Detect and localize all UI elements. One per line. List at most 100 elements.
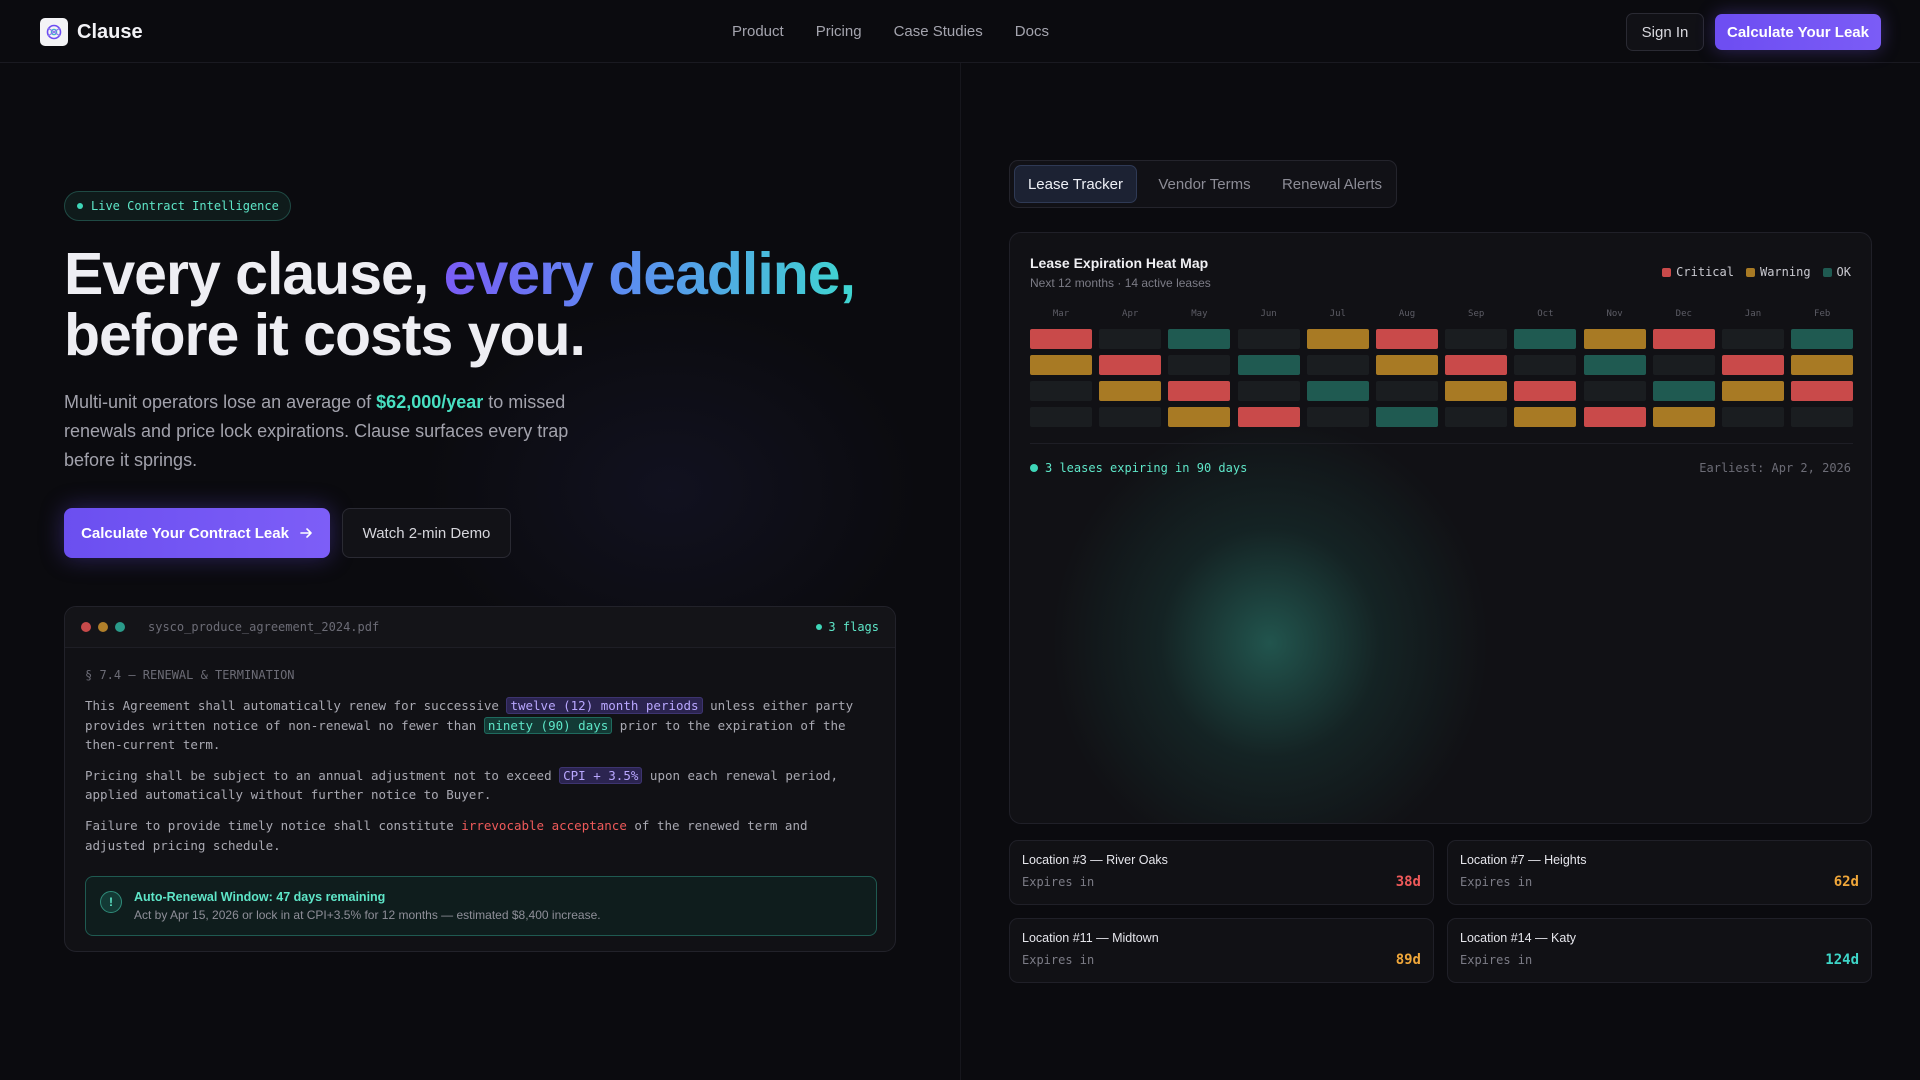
heatmap-cell-empty[interactable] [1445, 329, 1508, 349]
window-maximize-dot-icon [115, 622, 125, 632]
nav-link-docs[interactable]: Docs [1015, 23, 1049, 40]
heatmap-cell-empty[interactable] [1306, 355, 1369, 375]
expires-label: Expires in [1022, 953, 1095, 967]
heatmap-cell-empty[interactable] [1722, 329, 1784, 349]
heatmap-cell-critical[interactable] [1030, 329, 1092, 349]
watch-demo-button[interactable]: Watch 2-min Demo [342, 508, 511, 558]
heatmap-cell-empty[interactable] [1583, 381, 1646, 401]
nav-link-product[interactable]: Product [732, 23, 784, 40]
tab-lease-tracker[interactable]: Lease Tracker [1014, 165, 1137, 203]
auto-renewal-alert[interactable]: ! Auto-Renewal Window: 47 days remaining… [85, 876, 877, 936]
live-dot-icon [77, 203, 83, 209]
heatmap-cell-critical[interactable] [1791, 381, 1854, 401]
heatmap-cell-critical[interactable] [1583, 407, 1646, 427]
heatmap-cell-empty[interactable] [1030, 407, 1092, 427]
lease-heatmap-card: Lease Expiration Heat Map Next 12 months… [1009, 232, 1872, 824]
tab-renewal-alerts[interactable]: Renewal Alerts [1270, 165, 1394, 203]
legend-swatch-critical [1662, 267, 1672, 277]
contract-preview-card: sysco_produce_agreement_2024.pdf 3 flags… [64, 606, 896, 952]
heatmap-cell-ok[interactable] [1791, 329, 1854, 349]
heatmap-cell-critical[interactable] [1722, 355, 1784, 375]
document-title-bar: sysco_produce_agreement_2024.pdf 3 flags [65, 607, 895, 648]
heatmap-cell-warning[interactable] [1583, 329, 1646, 349]
location-card[interactable]: Location #11 — Midtown Expires in 89d [1009, 918, 1434, 983]
heatmap-cell-empty[interactable] [1445, 407, 1508, 427]
heatmap-cell-critical[interactable] [1376, 329, 1438, 349]
heatmap-cell-warning[interactable] [1099, 381, 1162, 401]
clause-text: Failure to provide timely notice shall c… [85, 817, 462, 833]
location-card[interactable]: Location #7 — Heights Expires in 62d [1447, 840, 1872, 905]
location-name: Location #11 — Midtown [1022, 931, 1159, 945]
legend-swatch-warning [1745, 267, 1755, 277]
alert-exclamation-icon: ! [100, 891, 122, 913]
heatmap-cell-critical[interactable] [1099, 355, 1162, 375]
location-card[interactable]: Location #14 — Katy Expires in 124d [1447, 918, 1872, 983]
legend-label: Critical [1676, 265, 1734, 279]
flags-count: 3 flags [828, 620, 879, 634]
heatmap-cell-ok[interactable] [1237, 355, 1300, 375]
calculate-contract-leak-button[interactable]: Calculate Your Contract Leak [64, 508, 330, 558]
heatmap-cell-ok[interactable] [1583, 355, 1646, 375]
heatmap-cell-critical[interactable] [1445, 355, 1508, 375]
heatmap-title: Lease Expiration Heat Map [1030, 255, 1209, 271]
hero-sub-highlight: $62,000/year [376, 392, 484, 412]
sign-in-button[interactable]: Sign In [1626, 13, 1704, 51]
heatmap-cell-warning[interactable] [1791, 355, 1854, 375]
top-nav: Clause Product Pricing Case Studies Docs… [0, 0, 1920, 63]
heatmap-cell-empty[interactable] [1376, 381, 1438, 401]
flags-badge[interactable]: 3 flags [816, 620, 879, 634]
heatmap-cell-warning[interactable] [1376, 355, 1438, 375]
heatmap-cell-ok[interactable] [1514, 329, 1577, 349]
expires-label: Expires in [1022, 875, 1095, 889]
tab-vendor-terms[interactable]: Vendor Terms [1141, 165, 1268, 203]
heatmap-cell-warning[interactable] [1445, 381, 1508, 401]
heatmap-cell-critical[interactable] [1168, 381, 1231, 401]
live-badge: Live Contract Intelligence [64, 191, 291, 221]
heatmap-cell-warning[interactable] [1722, 381, 1784, 401]
tracker-tabs: Lease Tracker Vendor Terms Renewal Alert… [1009, 160, 1397, 208]
document-body: § 7.4 — RENEWAL & TERMINATION This Agree… [65, 648, 895, 855]
heatmap-cell-empty[interactable] [1099, 407, 1162, 427]
heatmap-cell-empty[interactable] [1652, 355, 1715, 375]
month-label: Jul [1329, 309, 1346, 319]
nav-link-pricing[interactable]: Pricing [816, 23, 862, 40]
calculate-leak-button[interactable]: Calculate Your Leak [1715, 14, 1881, 50]
heatmap-cell-critical[interactable] [1652, 329, 1715, 349]
heatmap-month-axis: Mar Apr May Jun Jul Aug Sep Oct Nov Dec Jan Feb [1030, 309, 1853, 321]
flag-irrevocable-acceptance[interactable]: irrevocable acceptance [461, 818, 627, 833]
section-heading: § 7.4 — RENEWAL & TERMINATION [85, 668, 295, 682]
heatmap-cell-empty[interactable] [1722, 407, 1784, 427]
month-label: Dec [1675, 309, 1692, 319]
clause-paragraph-pricing: Pricing shall be subject to an annual ad… [85, 766, 875, 805]
flag-renewal-period[interactable]: twelve (12) month periods [506, 697, 703, 714]
heatmap-cell-empty[interactable] [1030, 381, 1092, 401]
heatmap-cell-warning[interactable] [1030, 355, 1092, 375]
heatmap-cell-ok[interactable] [1376, 407, 1438, 427]
brand[interactable]: Clause [40, 18, 143, 46]
location-name: Location #3 — River Oaks [1022, 853, 1168, 867]
heatmap-cell-ok[interactable] [1652, 381, 1715, 401]
nav-link-case-studies[interactable]: Case Studies [894, 23, 983, 40]
heatmap-cell-empty[interactable] [1168, 355, 1231, 375]
heatmap-cell-empty[interactable] [1514, 355, 1577, 375]
heatmap-cell-empty[interactable] [1306, 407, 1369, 427]
heatmap-cell-empty[interactable] [1237, 329, 1300, 349]
heatmap-cell-empty[interactable] [1099, 329, 1162, 349]
heatmap-cell-empty[interactable] [1791, 407, 1854, 427]
heatmap-cell-critical[interactable] [1237, 407, 1300, 427]
month-label: Oct [1537, 309, 1554, 319]
heatmap-cell-ok[interactable] [1168, 329, 1231, 349]
heatmap-cell-warning[interactable] [1652, 407, 1715, 427]
heatmap-cell-critical[interactable] [1514, 381, 1577, 401]
flag-notice-period[interactable]: ninety (90) days [483, 716, 613, 734]
heatmap-cell-warning[interactable] [1168, 407, 1231, 427]
heatmap-cell-ok[interactable] [1306, 381, 1369, 401]
flag-price-adjustment[interactable]: CPI + 3.5% [559, 766, 643, 784]
heatmap-cell-warning[interactable] [1306, 329, 1369, 349]
heatmap-subtitle: Next 12 months · 14 active leases [1030, 276, 1211, 290]
heatmap-divider [1030, 443, 1853, 444]
nav-links: Product Pricing Case Studies Docs [732, 23, 1049, 40]
location-card[interactable]: Location #3 — River Oaks Expires in 38d [1009, 840, 1434, 905]
heatmap-cell-empty[interactable] [1237, 381, 1300, 401]
heatmap-cell-warning[interactable] [1514, 407, 1577, 427]
